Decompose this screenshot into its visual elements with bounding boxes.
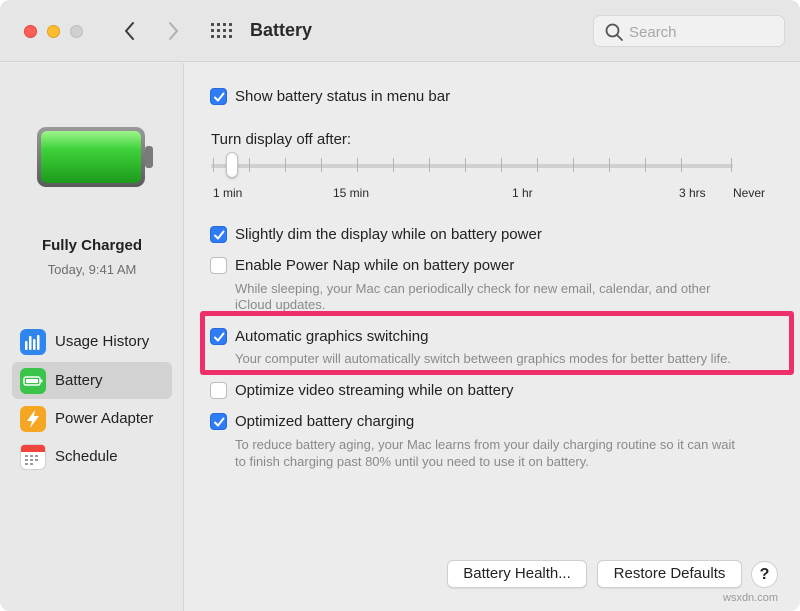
video-streaming-label: Optimize video streaming while on batter… bbox=[235, 382, 514, 399]
watermark-text: wsxdn.com bbox=[723, 592, 779, 604]
power-adapter-icon bbox=[20, 406, 46, 432]
grid-icon bbox=[211, 23, 232, 38]
power-nap-label: Enable Power Nap while on battery power bbox=[235, 257, 515, 274]
chevron-right-icon bbox=[169, 22, 178, 40]
tick-label-never: Never bbox=[733, 186, 766, 200]
title-bar: Battery Search bbox=[0, 0, 800, 62]
battery-icon bbox=[20, 368, 46, 394]
display-off-label: Turn display off after: bbox=[211, 131, 352, 148]
slider-tick bbox=[609, 158, 610, 172]
power-nap-checkbox[interactable] bbox=[210, 257, 227, 274]
slider-tick bbox=[465, 158, 466, 172]
slider-tick bbox=[357, 158, 358, 172]
slider-tick bbox=[429, 158, 430, 172]
slider-tick bbox=[285, 158, 286, 172]
sidebar-item-label: Battery bbox=[55, 372, 103, 389]
slider-tick bbox=[537, 158, 538, 172]
optimized-charging-checkbox[interactable] bbox=[210, 413, 227, 430]
checkmark-icon bbox=[214, 230, 225, 240]
power-nap-description-line1: While sleeping, your Mac can periodicall… bbox=[235, 281, 711, 296]
sidebar-item-usage-history[interactable]: Usage History bbox=[12, 323, 172, 360]
battery-level-icon bbox=[37, 127, 153, 187]
optimized-charging-label: Optimized battery charging bbox=[235, 413, 415, 430]
checkmark-icon bbox=[214, 332, 225, 342]
tick-label-1min: 1 min bbox=[213, 186, 243, 200]
slider-tick bbox=[573, 158, 574, 172]
chevron-left-icon bbox=[125, 22, 134, 40]
display-off-slider-track[interactable] bbox=[211, 164, 733, 168]
graphics-switching-checkbox[interactable] bbox=[210, 328, 227, 345]
video-streaming-checkbox[interactable] bbox=[210, 382, 227, 399]
battery-preferences-window: Battery Search Fully Charged Today, 9:41… bbox=[0, 0, 800, 611]
tick-label-3hrs: 3 hrs bbox=[679, 186, 706, 200]
back-button[interactable] bbox=[118, 18, 142, 44]
restore-defaults-button[interactable]: Restore Defaults bbox=[597, 560, 742, 588]
search-placeholder: Search bbox=[629, 24, 677, 41]
optimized-charging-description-line2: to finish charging past 80% until you ne… bbox=[235, 454, 589, 469]
charge-status: Fully Charged bbox=[41, 237, 142, 254]
slider-tick bbox=[681, 158, 682, 172]
usage-history-icon bbox=[20, 329, 46, 355]
tick-label-1hr: 1 hr bbox=[512, 186, 533, 200]
battery-health-button[interactable]: Battery Health... bbox=[447, 560, 587, 588]
slider-tick bbox=[321, 158, 322, 172]
slider-tick bbox=[249, 158, 250, 172]
sidebar-item-label: Power Adapter bbox=[55, 410, 154, 427]
sidebar-item-power-adapter[interactable]: Power Adapter bbox=[12, 400, 172, 437]
zoom-window-button[interactable] bbox=[70, 25, 83, 38]
forward-button[interactable] bbox=[161, 18, 185, 44]
checkmark-icon bbox=[214, 92, 225, 102]
search-icon bbox=[605, 23, 623, 41]
optimized-charging-description-line1: To reduce battery aging, your Mac learns… bbox=[235, 437, 736, 452]
sidebar-item-schedule[interactable]: Schedule bbox=[12, 438, 172, 475]
display-off-slider-knob[interactable] bbox=[226, 152, 238, 178]
graphics-switching-label: Automatic graphics switching bbox=[235, 328, 429, 345]
show-status-checkbox[interactable] bbox=[210, 88, 227, 105]
sidebar-item-label: Usage History bbox=[55, 333, 150, 350]
dim-display-label: Slightly dim the display while on batter… bbox=[235, 226, 542, 243]
close-window-button[interactable] bbox=[24, 25, 37, 38]
slider-tick bbox=[501, 158, 502, 172]
charge-timestamp: Today, 9:41 AM bbox=[47, 262, 137, 277]
graphics-switching-description: Your computer will automatically switch … bbox=[235, 351, 731, 366]
search-field[interactable]: Search bbox=[593, 15, 785, 47]
slider-tick bbox=[393, 158, 394, 172]
sidebar-item-label: Schedule bbox=[55, 448, 118, 465]
help-button[interactable]: ? bbox=[751, 561, 778, 588]
checkmark-icon bbox=[214, 417, 225, 427]
slider-tick bbox=[731, 158, 732, 172]
dim-display-checkbox[interactable] bbox=[210, 226, 227, 243]
sidebar-item-battery[interactable]: Battery bbox=[12, 362, 172, 399]
tick-label-15min: 15 min bbox=[333, 186, 370, 200]
minimize-window-button[interactable] bbox=[47, 25, 60, 38]
slider-tick bbox=[645, 158, 646, 172]
window-title: Battery bbox=[250, 20, 313, 40]
sidebar: Fully Charged Today, 9:41 AM Usage Histo… bbox=[0, 63, 184, 611]
show-all-button[interactable] bbox=[210, 22, 232, 40]
slider-tick bbox=[213, 158, 214, 172]
show-status-label: Show battery status in menu bar bbox=[235, 88, 451, 105]
schedule-icon bbox=[20, 444, 46, 470]
